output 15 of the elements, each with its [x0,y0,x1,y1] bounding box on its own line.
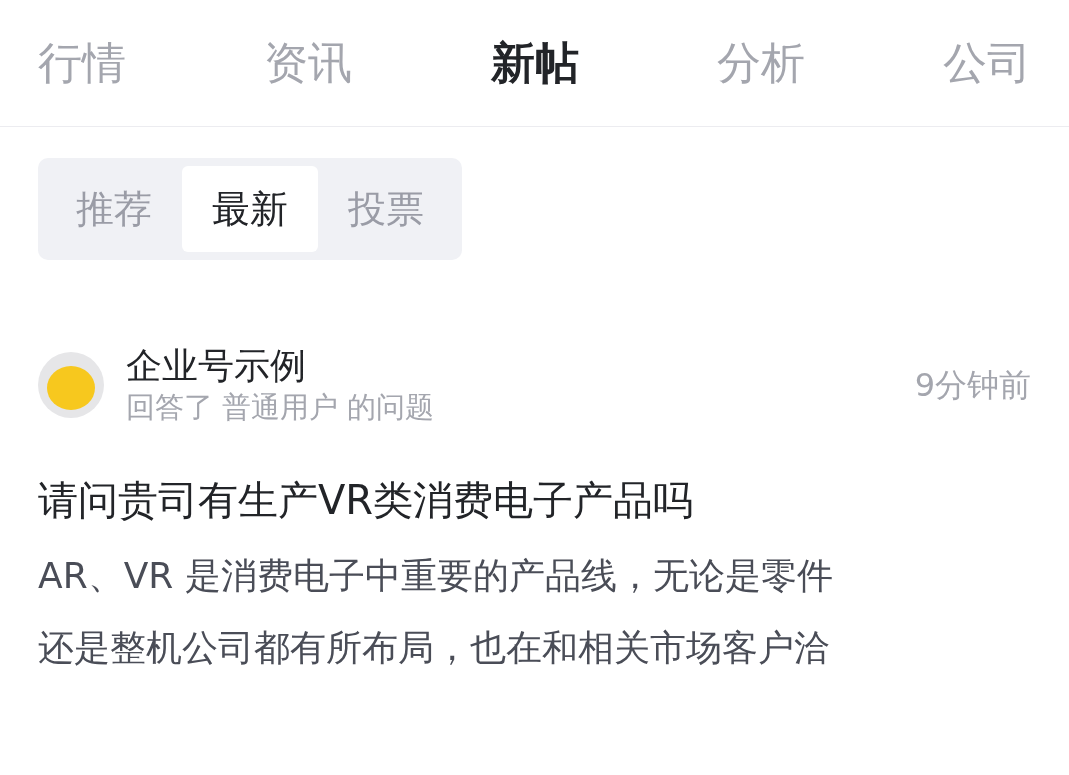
filter-tab[interactable]: 投票 [318,166,454,252]
post-time: 9分钟前 [914,365,1031,406]
nav-tab[interactable]: 行情 [38,30,126,96]
post-title: 请问贵司有生产VR类消费电子产品吗 [38,476,695,525]
filter-tab[interactable]: 最新 [182,166,318,252]
author-name: 企业号示例 [126,344,307,388]
nav-tab[interactable]: 新帖 [490,30,579,96]
nav-tab[interactable]: 资讯 [264,30,353,96]
nav-tab[interactable]: 公司 [943,30,1031,96]
author-action: 回答了 普通用户 的问题 [126,389,436,426]
post-excerpt-line: 还是整机公司都有所布局，也在和相关市场客户洽 [38,626,831,670]
nav-tab[interactable]: 分析 [716,30,805,96]
avatar [38,352,104,418]
post-excerpt-line: AR、VR 是消费电子中重要的产品线，无论是零件 [38,554,834,598]
filter-tab[interactable]: 推荐 [46,166,182,252]
